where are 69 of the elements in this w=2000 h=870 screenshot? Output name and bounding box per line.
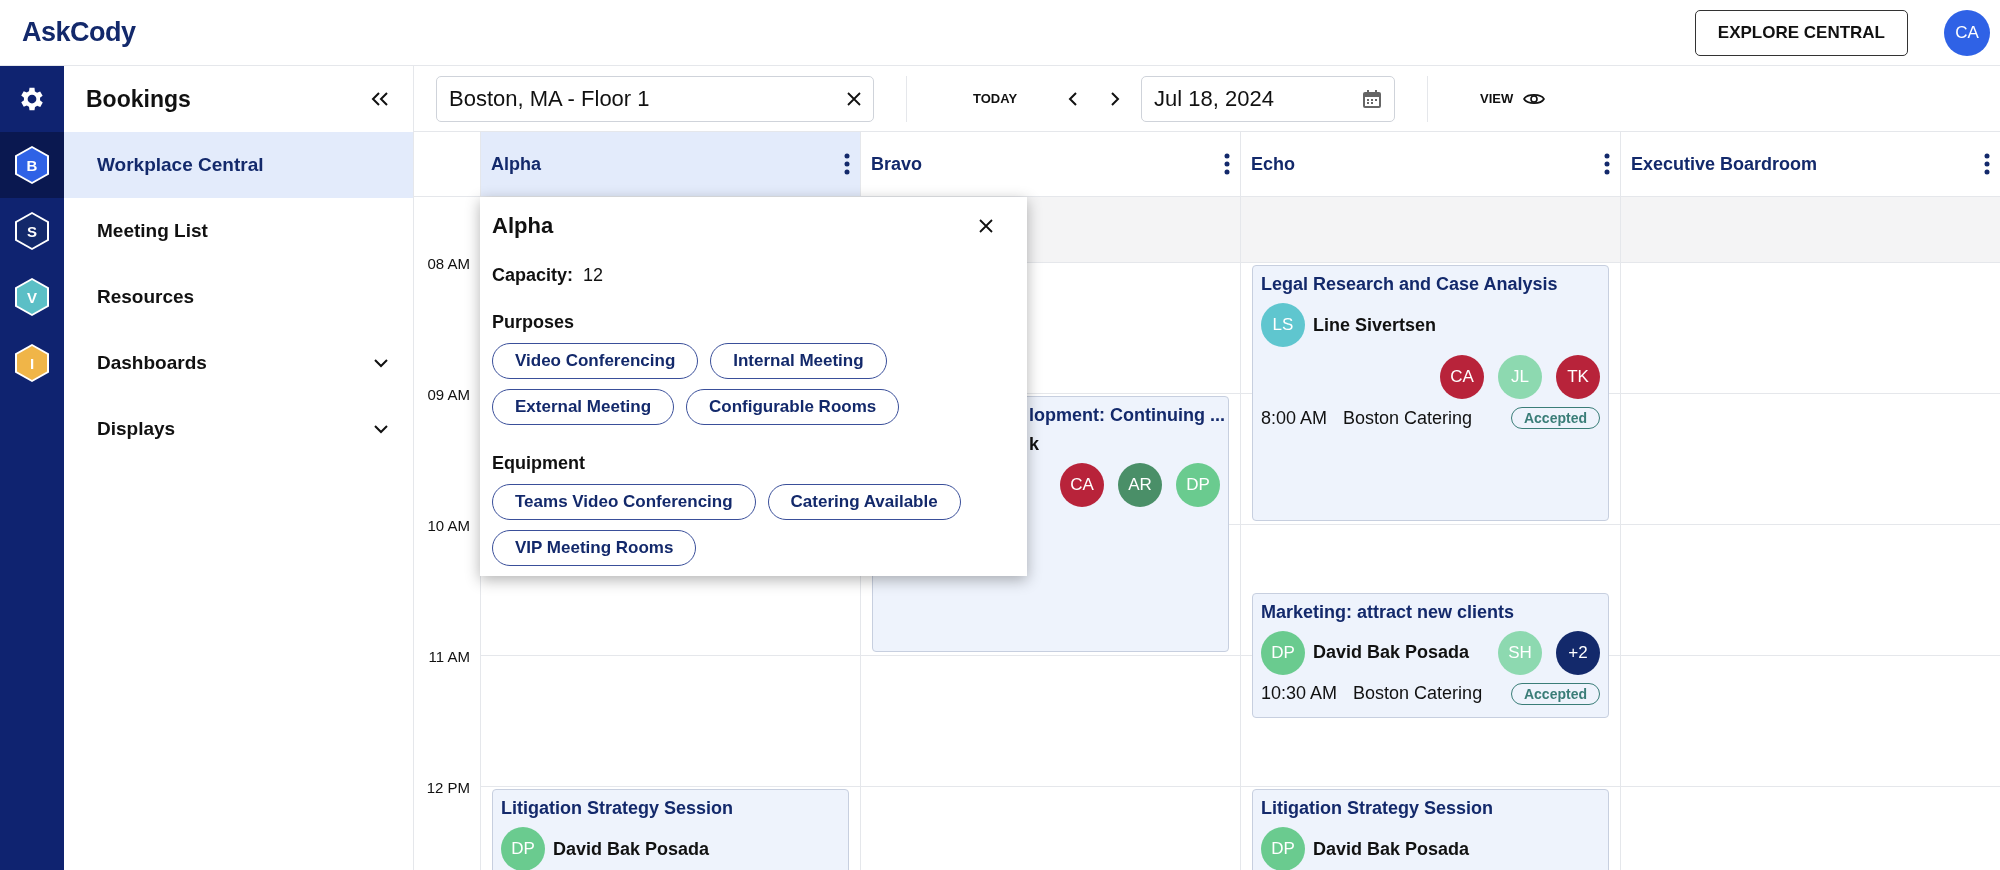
avatar: JL [1498, 355, 1542, 399]
event-title: Marketing: attract new clients [1261, 601, 1516, 623]
event-card[interactable]: Marketing: attract new clients DP David Bak Posada SH +2 10:30 AM Boston Catering Accepted [1252, 592, 1609, 718]
popover-title: Alpha [492, 213, 554, 239]
capacity-text: Capacity: 12 [492, 265, 605, 286]
more-icon[interactable] [1984, 153, 1990, 175]
avatar: SH [1498, 630, 1542, 675]
host-name: David Bak Posada [1313, 642, 1470, 663]
close-icon[interactable] [847, 91, 861, 106]
avatar: +2 [1556, 630, 1600, 675]
sidebar-item[interactable]: Workplace Central [64, 132, 413, 198]
avatar: DP [501, 827, 545, 870]
event-card[interactable]: Litigation Strategy Session DP David Bak Posada [1252, 789, 1609, 870]
event-title: Litigation Strategy Session [501, 798, 735, 819]
app-badge: V [17, 280, 47, 314]
app-badge: I [17, 346, 47, 380]
today-button[interactable]: TODAY [973, 91, 1018, 106]
hour-label: 12 PM [426, 778, 470, 796]
avatar: AR [1118, 463, 1162, 507]
more-icon[interactable] [1604, 153, 1610, 175]
more-icon[interactable] [844, 153, 850, 175]
avatar: DP [1176, 463, 1220, 507]
host-name: David Bak Posada [553, 838, 710, 860]
section-heading: Equipment [492, 453, 586, 474]
avatar: DP [1261, 827, 1305, 870]
event-time: 10:30 AM [1261, 683, 1338, 704]
location-field[interactable]: Boston, MA - Floor 1 [436, 75, 874, 122]
host-name: Line Sivertsen [1313, 314, 1437, 336]
host-name: k [1029, 434, 1039, 455]
avatar: TK [1556, 355, 1600, 399]
event-title: Litigation Strategy Session [1261, 798, 1495, 819]
app-badge: S [17, 214, 47, 248]
sidebar-title: Bookings [86, 85, 191, 113]
hour-label: 10 AM [427, 516, 470, 534]
host-name: David Bak Posada [1313, 838, 1470, 860]
explore-button[interactable]: EXPLORE CENTRAL [1694, 9, 1908, 56]
section-heading: Purposes [492, 312, 576, 333]
hour-label: 09 AM [427, 385, 470, 403]
more-icon[interactable] [1224, 153, 1230, 175]
app-badge: B [17, 148, 47, 182]
room-header[interactable]: Echo [1240, 132, 1620, 197]
avatar: CA [1060, 463, 1104, 507]
room-name: Executive Boardroom [1631, 153, 1818, 175]
room-header[interactable]: Executive Boardroom [1620, 132, 2000, 197]
event-location: Boston Catering [1353, 683, 1483, 704]
room-header[interactable]: Bravo [860, 132, 1240, 197]
hour-label: 08 AM [427, 254, 470, 272]
app-item[interactable]: B [0, 132, 64, 198]
event-location: Boston Catering [1343, 407, 1473, 429]
collapse-icon[interactable] [371, 91, 389, 107]
event-card[interactable]: Legal Research and Case Analysis LS Line Sivertsen CA JL TK 8:00 AM Boston Catering Accepted [1252, 265, 1609, 521]
hour-label: 11 AM [428, 647, 470, 665]
avatar: LS [1261, 303, 1305, 347]
room-header[interactable]: Alpha [480, 132, 860, 197]
avatar: CA [1440, 355, 1484, 399]
event-time: 8:00 AM [1261, 407, 1328, 429]
app-item[interactable]: S [0, 198, 64, 264]
avatar: DP [1261, 630, 1305, 675]
calendar-icon[interactable] [1362, 88, 1383, 109]
room-name: Alpha [491, 153, 541, 175]
view-button[interactable]: VIEW [1480, 91, 1514, 106]
room-name: Bravo [871, 153, 923, 175]
close-icon[interactable] [979, 219, 993, 233]
event-title: Legal Research and Case Analysis [1261, 274, 1559, 295]
date-field[interactable]: Jul 18, 2024 [1141, 75, 1396, 122]
logo[interactable]: AskCody [22, 17, 136, 48]
room-name: Echo [1251, 153, 1295, 175]
user-avatar[interactable]: CA [1944, 9, 1990, 56]
event-card[interactable]: Litigation Strategy Session DP David Bak Posada [492, 789, 849, 870]
